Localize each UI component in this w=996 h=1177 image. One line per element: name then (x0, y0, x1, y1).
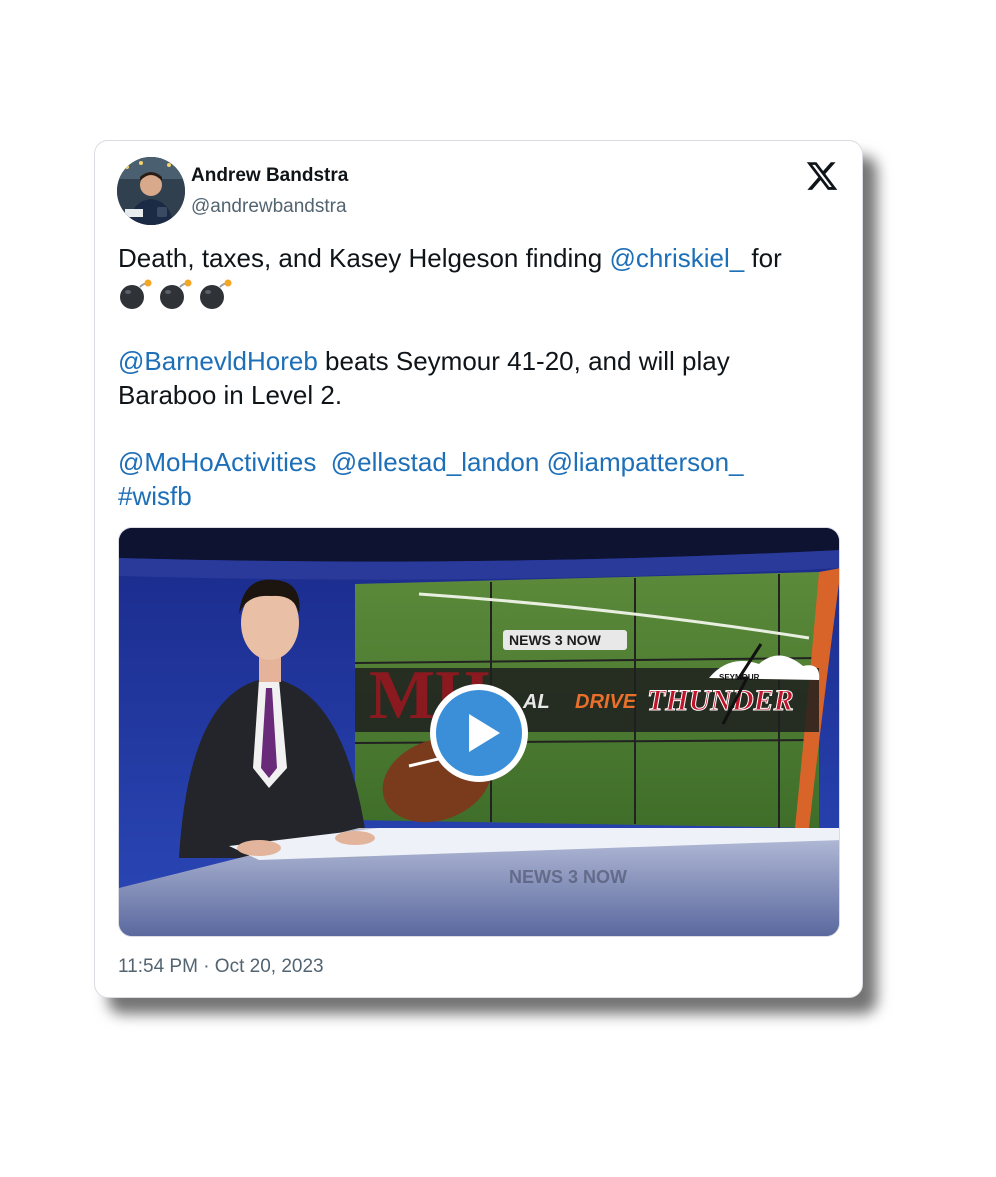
mention-link[interactable]: @chriskiel_ (609, 243, 744, 273)
tweet-card: Andrew Bandstra @andrewbandstra Death, t… (94, 140, 863, 998)
tweet-paragraph-3: @MoHoActivities @ellestad_landon @liampa… (118, 445, 818, 513)
tweet-line1-after: for (744, 243, 782, 273)
play-icon (430, 684, 528, 782)
bomb-emoji-icon (120, 279, 152, 310)
avatar[interactable] (117, 157, 185, 225)
tweet-paragraph-1: Death, taxes, and Kasey Helgeson finding… (118, 241, 818, 311)
mention-link[interactable]: @MoHoActivities (118, 447, 316, 477)
tweet-text: Death, taxes, and Kasey Helgeson finding… (118, 241, 818, 513)
mention-link[interactable]: @BarnevldHoreb (118, 346, 318, 376)
segment-title-right: DRIVE (575, 691, 637, 713)
station-logo: NEWS 3 NOW (509, 632, 602, 648)
tweet-timestamp[interactable]: 11:54 PM · Oct 20, 2023 (118, 956, 324, 978)
x-logo-icon[interactable] (805, 159, 839, 193)
author-display-name[interactable]: Andrew Bandstra (191, 165, 348, 187)
mention-link[interactable]: @liampatterson_ (547, 447, 744, 477)
video-thumbnail[interactable]: MH NEWS 3 NOW AL DRIVE SEYMOUR THUNDER N… (118, 527, 840, 937)
bomb-emoji-icon (200, 279, 232, 310)
station-logo-reflection: NEWS 3 NOW (509, 867, 627, 887)
bomb-emoji-group (118, 279, 232, 311)
hashtag-link[interactable]: #wisfb (118, 481, 192, 511)
bomb-emoji-icon (160, 279, 192, 310)
mention-link[interactable]: @ellestad_landon (331, 447, 540, 477)
tweet-line1-text: Death, taxes, and Kasey Helgeson finding (118, 243, 610, 273)
play-button[interactable] (429, 683, 529, 783)
author-handle[interactable]: @andrewbandstra (191, 196, 347, 218)
opponent-logo: THUNDER (647, 684, 794, 717)
tweet-paragraph-2: @BarnevldHoreb beats Seymour 41-20, and … (118, 344, 818, 412)
